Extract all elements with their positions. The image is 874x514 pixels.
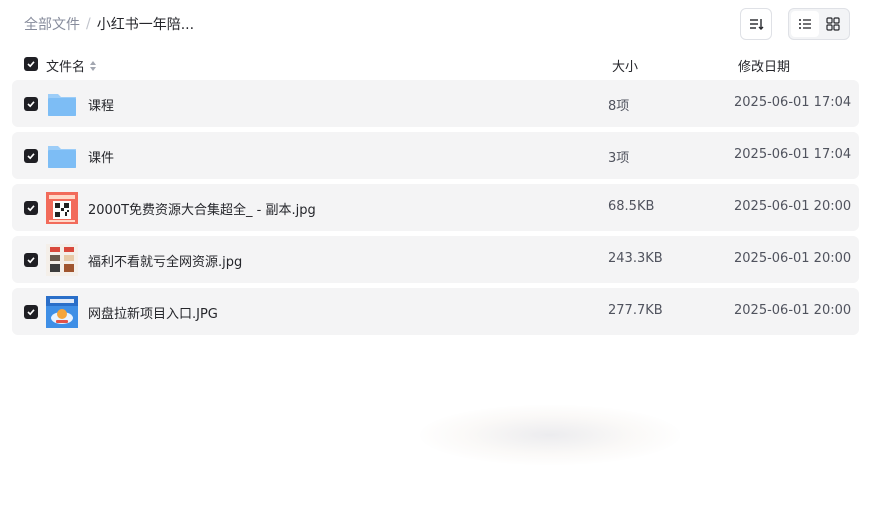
table-row[interactable]: 课程 8项 2025-06-01 17:04 <box>12 80 859 127</box>
sort-list-icon <box>750 19 764 30</box>
column-header: 文件名 大小 修改日期 <box>0 48 874 80</box>
check-icon <box>27 61 35 68</box>
image-thumbnail-icon <box>46 244 78 276</box>
file-name[interactable]: 课程 <box>88 95 114 114</box>
grid-view-icon <box>826 17 840 31</box>
table-row[interactable]: 网盘拉新项目入口.JPG 277.7KB 2025-06-01 20:00 <box>12 288 859 335</box>
list-view-button[interactable] <box>791 11 819 37</box>
column-size[interactable]: 大小 <box>612 56 638 75</box>
column-date[interactable]: 修改日期 <box>738 56 790 75</box>
file-size: 277.7KB <box>608 303 663 318</box>
grid-view-button[interactable] <box>819 11 847 37</box>
column-name-label: 文件名 <box>46 60 86 75</box>
file-size: 3项 <box>608 151 630 166</box>
file-size: 68.5KB <box>608 199 655 214</box>
folder-icon <box>48 94 76 116</box>
file-list: 课程 8项 2025-06-01 17:04 课件 3项 2025-06-01 … <box>12 80 859 340</box>
header: 全部文件 / 小红书一年陪... <box>0 0 874 48</box>
select-all-checkbox[interactable] <box>24 57 38 71</box>
check-icon <box>27 309 35 316</box>
folder-icon <box>48 146 76 168</box>
file-size: 243.3KB <box>608 251 663 266</box>
breadcrumb-root[interactable]: 全部文件 <box>24 14 80 34</box>
check-icon <box>27 257 35 264</box>
file-date: 2025-06-01 20:00 <box>734 303 852 318</box>
row-checkbox[interactable] <box>24 305 38 319</box>
column-name[interactable]: 文件名 <box>46 56 98 75</box>
row-checkbox[interactable] <box>24 201 38 215</box>
row-checkbox[interactable] <box>24 97 38 111</box>
table-row[interactable]: 课件 3项 2025-06-01 17:04 <box>12 132 859 179</box>
file-date: 2025-06-01 20:00 <box>734 251 852 266</box>
file-date: 2025-06-01 20:00 <box>734 199 852 214</box>
breadcrumb-separator: / <box>86 16 91 32</box>
row-checkbox[interactable] <box>24 149 38 163</box>
breadcrumb-current: 小红书一年陪... <box>96 17 195 33</box>
file-date: 2025-06-01 17:04 <box>734 147 852 162</box>
check-icon <box>27 101 35 108</box>
image-thumbnail-icon <box>46 296 78 328</box>
sort-button[interactable] <box>740 8 772 40</box>
file-name[interactable]: 网盘拉新项目入口.JPG <box>88 303 218 322</box>
breadcrumb: 全部文件 / 小红书一年陪... <box>24 14 194 34</box>
file-name[interactable]: 课件 <box>88 147 114 166</box>
file-size: 8项 <box>608 99 630 114</box>
file-name[interactable]: 福利不看就亏全网资源.jpg <box>88 251 242 270</box>
view-toggle <box>788 8 850 40</box>
check-icon <box>27 205 35 212</box>
table-row[interactable]: 2000T免费资源大合集超全_ - 副本.jpg 68.5KB 2025-06-… <box>12 184 859 231</box>
sort-arrows-icon <box>90 60 97 71</box>
list-view-icon <box>799 19 811 29</box>
table-row[interactable]: 福利不看就亏全网资源.jpg 243.3KB 2025-06-01 20:00 <box>12 236 859 283</box>
file-name[interactable]: 2000T免费资源大合集超全_ - 副本.jpg <box>88 199 316 218</box>
check-icon <box>27 153 35 160</box>
file-date: 2025-06-01 17:04 <box>734 95 852 110</box>
loading-shadow <box>420 405 680 465</box>
image-thumbnail-icon <box>46 192 78 224</box>
row-checkbox[interactable] <box>24 253 38 267</box>
